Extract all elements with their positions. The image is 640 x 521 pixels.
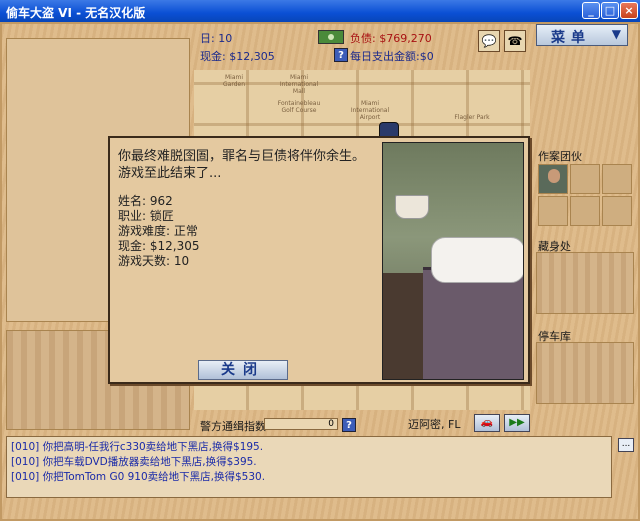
event-log: [010] 你把高明-任我行c330卖给地下黑店,换得$195. [010] 你… — [6, 436, 612, 498]
game-difficulty: 游戏难度: 正常 — [118, 224, 198, 238]
crew-slot[interactable] — [602, 196, 632, 226]
crew-slot-occupied[interactable] — [538, 164, 568, 194]
maximize-button[interactable]: □ — [601, 2, 619, 19]
debt-amount: 负债: $769,270 — [350, 32, 432, 45]
phone-icon[interactable]: ☎ — [504, 30, 526, 52]
game-over-message: 你最终难脱囹圄，罪名与巨债将伴你余生。游戏至此结束了... — [118, 149, 366, 181]
wanted-level-label: 警方通缉指数 — [200, 420, 266, 433]
game-over-dialog: 你最终难脱囹圄，罪名与巨债将伴你余生。游戏至此结束了... 姓名: 962 职业… — [108, 136, 530, 384]
map-label: Fontainebleau Golf Course — [277, 100, 321, 114]
cell-bed — [423, 267, 523, 379]
minimize-button[interactable]: _ — [582, 2, 600, 19]
hideout-slot[interactable] — [536, 252, 634, 314]
menu-button[interactable]: 菜单 ▼ — [536, 24, 628, 46]
city-name: 迈阿密, FL — [408, 418, 461, 431]
chat-icon[interactable]: 💬 — [478, 30, 500, 52]
map-label: Flagler Park — [454, 114, 490, 121]
days-played: 游戏天数: 10 — [118, 254, 190, 268]
cell-pillow — [431, 237, 523, 283]
log-line: [010] 你把TomTom G0 910卖给地下黑店,换得$530. — [11, 471, 266, 483]
cell-sink — [395, 195, 429, 219]
fast-forward-icon[interactable]: ▶▶ — [504, 414, 530, 432]
prison-cell-image — [382, 142, 524, 380]
player-name: 姓名: 962 — [118, 194, 173, 208]
menu-label: 菜单 — [551, 30, 591, 46]
crew-slot[interactable] — [538, 196, 568, 226]
day-counter: 日: 10 — [200, 32, 233, 45]
close-dialog-button[interactable]: 关闭 — [198, 360, 288, 380]
map-label: Miami Garden — [223, 74, 245, 88]
player-cash: 现金: $12,305 — [118, 239, 200, 253]
map-label: Miami International Mall — [279, 74, 319, 95]
player-profession: 职业: 锁匠 — [118, 209, 174, 223]
wanted-help-button[interactable]: ? — [342, 418, 356, 432]
cash-amount: 现金: $12,305 — [200, 50, 275, 63]
garage-slot[interactable] — [536, 342, 634, 404]
map-label: Miami International Airport — [350, 100, 390, 121]
window-title: 偷车大盗 VI - 无名汉化版 — [6, 6, 146, 20]
log-line: [010] 你把高明-任我行c330卖给地下黑店,换得$195. — [11, 441, 264, 453]
player-summary: 姓名: 962 职业: 锁匠 游戏难度: 正常 现金: $12,305 游戏天数… — [118, 194, 199, 269]
wanted-level-bar: 0 — [264, 418, 338, 430]
daily-expense: 每日支出金额:$0 — [350, 50, 434, 63]
title-bar: 偷车大盗 VI - 无名汉化版 _ □ × — [0, 0, 640, 22]
chevron-down-icon: ▼ — [611, 27, 621, 41]
crew-slot[interactable] — [570, 164, 600, 194]
crew-label: 作案团伙 — [538, 150, 582, 163]
log-expand-button[interactable]: ... — [618, 438, 634, 452]
car-icon[interactable]: 🚗 — [474, 414, 500, 432]
expense-help-button[interactable]: ? — [334, 48, 348, 62]
cash-icon — [318, 30, 344, 44]
crew-slot[interactable] — [570, 196, 600, 226]
crew-slot[interactable] — [602, 164, 632, 194]
log-line: [010] 你把车载DVD播放器卖给地下黑店,换得$395. — [11, 456, 257, 468]
close-window-button[interactable]: × — [620, 2, 638, 19]
